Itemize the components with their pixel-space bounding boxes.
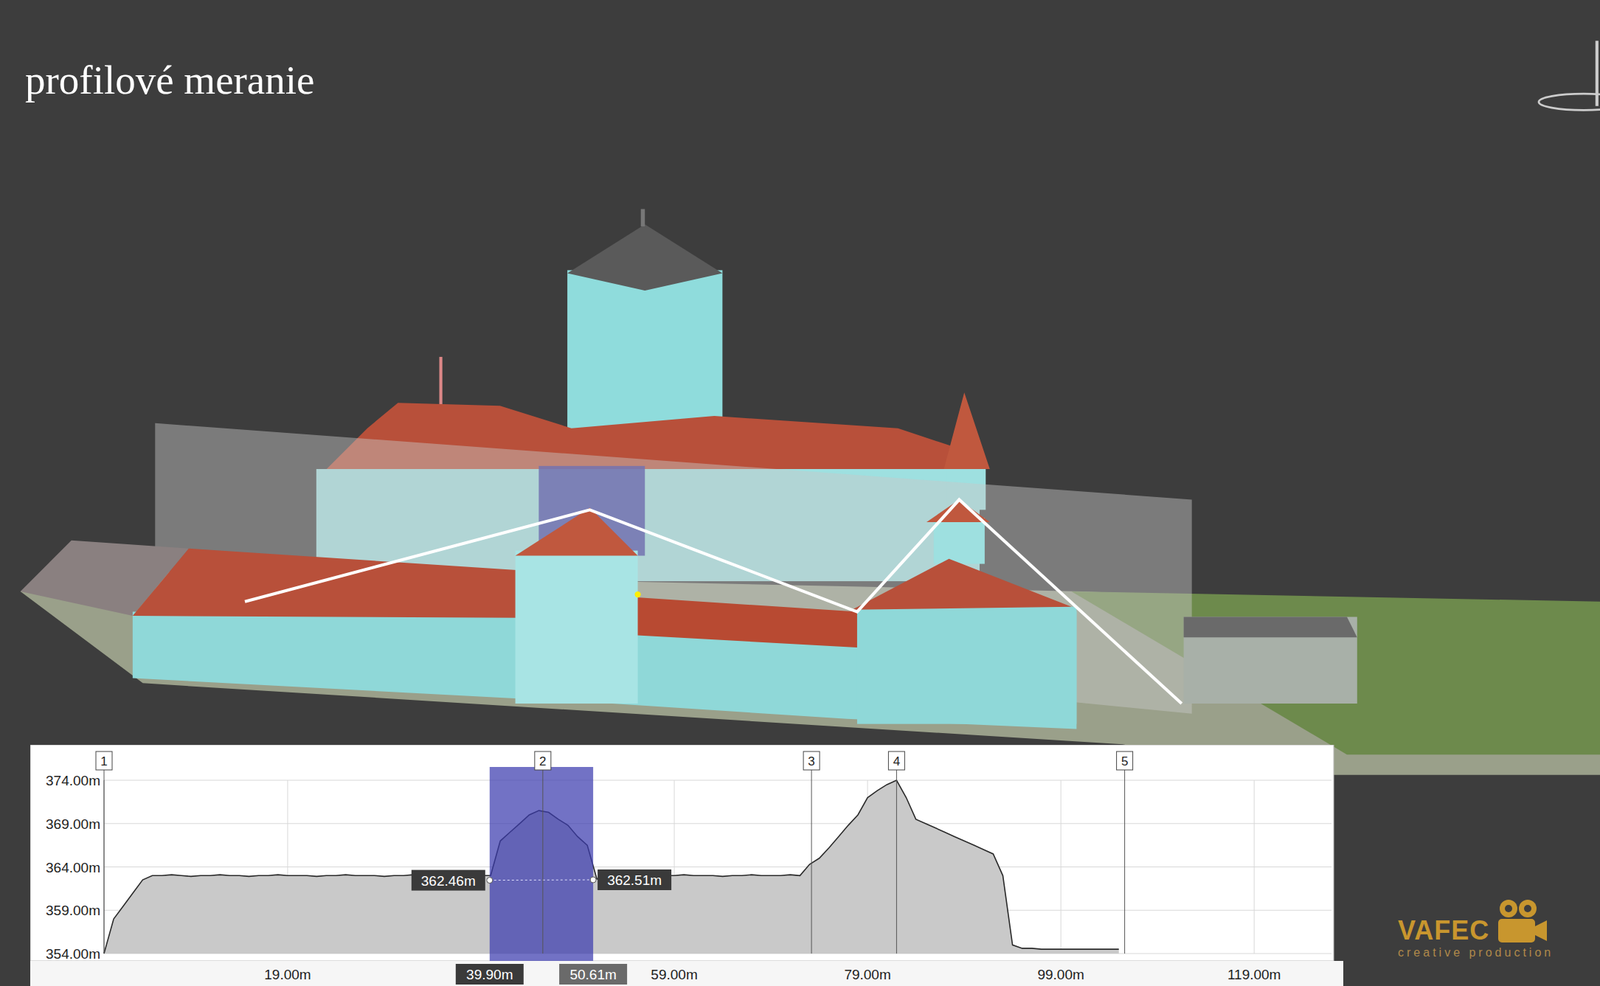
compass-icon[interactable] xyxy=(1538,40,1600,110)
marker-label: 1 xyxy=(100,754,107,769)
grid-line xyxy=(1254,780,1255,954)
x-axis-strip xyxy=(30,961,1344,986)
selection-start-label: 39.90m xyxy=(466,967,513,983)
profile-area xyxy=(104,780,1120,954)
marker-label: 2 xyxy=(539,754,546,769)
selection-handle[interactable] xyxy=(590,877,597,883)
grid-line xyxy=(104,866,1332,868)
marker-box[interactable] xyxy=(95,751,113,771)
marker-line xyxy=(104,770,105,954)
profile-chart[interactable]: 374.00m 369.00m 364.00m 359.00m 354.00m 1 2 3 4 5… xyxy=(30,745,1344,986)
grid-line xyxy=(1060,780,1062,954)
y-tick-label: 369.00m xyxy=(45,816,101,833)
marker-box[interactable] xyxy=(803,751,820,771)
x-tick-label: 99.00m xyxy=(1037,967,1084,983)
logo-name: VAFEC xyxy=(1397,916,1490,946)
camera-icon xyxy=(1495,898,1549,946)
selection-start-box xyxy=(455,964,524,985)
marker-label: 4 xyxy=(893,754,900,769)
right-height-label: 362.51m xyxy=(607,872,662,889)
grid-line xyxy=(104,823,1332,824)
x-tick-label: 119.00m xyxy=(1227,967,1282,983)
height-label-box xyxy=(411,870,486,892)
selection-range[interactable] xyxy=(489,767,594,962)
x-tick-label: 79.00m xyxy=(843,967,891,983)
marker-line xyxy=(542,770,543,954)
marker-line xyxy=(1124,770,1125,954)
y-tick-label: 354.00m xyxy=(45,946,101,962)
page-title: profilové meranie xyxy=(25,53,321,108)
selection-level-line xyxy=(489,880,594,882)
y-tick-label: 374.00m xyxy=(45,773,101,789)
point-cloud-viewer[interactable]: profilové meranie 374.00m369.00m364.00m3… xyxy=(0,0,1600,986)
x-tick-label: 59.00m xyxy=(650,967,698,983)
marker-box[interactable] xyxy=(888,751,905,771)
marker-label: 5 xyxy=(1121,754,1128,769)
selection-end-label: 50.61m xyxy=(569,967,616,983)
marker-label: 3 xyxy=(807,754,815,769)
marker-box[interactable] xyxy=(1116,751,1134,771)
chart-panel xyxy=(30,745,1334,962)
selection-end-box xyxy=(559,964,628,985)
height-label-box xyxy=(597,869,672,891)
vafec-logo: VAFEC creative production xyxy=(1397,898,1554,962)
grid-line xyxy=(104,780,1332,782)
marker-line xyxy=(811,770,813,954)
selection-handle[interactable] xyxy=(486,877,493,884)
profile-line xyxy=(104,780,1120,954)
logo-tagline: creative production xyxy=(1397,945,1554,962)
profile-chart-canvas[interactable]: 374.00m 369.00m 364.00m 359.00m 354.00m 1 2 3 4 5… xyxy=(30,745,1344,986)
x-tick-label: 19.00m xyxy=(264,967,311,983)
left-height-label: 362.46m xyxy=(421,873,476,889)
y-tick-label: 359.00m xyxy=(45,902,101,919)
y-tick-label: 364.00m xyxy=(45,860,101,876)
marker-box[interactable] xyxy=(534,751,552,771)
marker-line xyxy=(896,770,898,954)
